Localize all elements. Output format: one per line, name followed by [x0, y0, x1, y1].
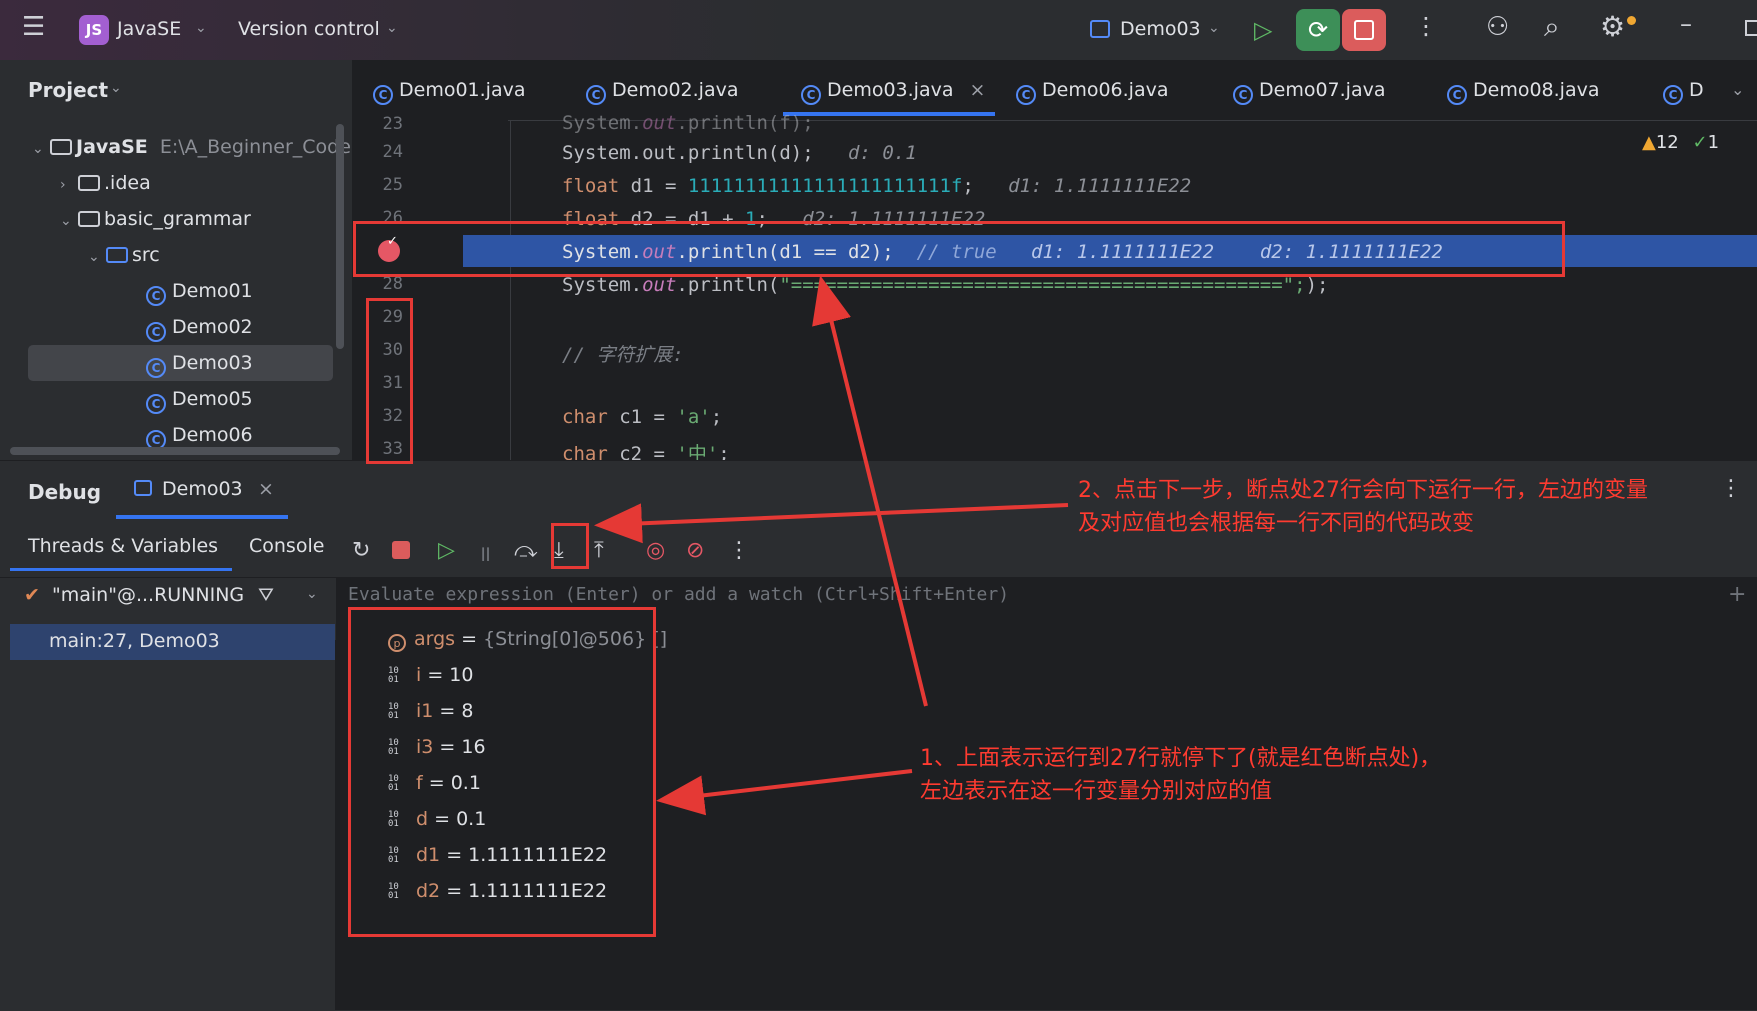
arrow-to-line27	[812, 275, 928, 707]
annotation-note-1-line2: 左边表示在这一行变量分别对应的值	[920, 779, 1273, 804]
annotation-note-1-line1: 1、上面表示运行到27行就停下了(就是红色断点处)，	[920, 746, 1442, 771]
arrow-to-variables	[656, 769, 913, 816]
annotation-note-2-line2: 及对应值也会根据每一行不同的代码改变	[1078, 511, 1475, 536]
arrow-to-step-into	[594, 503, 1069, 544]
annotation-note-2-line1: 2、点击下一步，断点处27行会向下运行一行，左边的变量	[1078, 478, 1648, 503]
